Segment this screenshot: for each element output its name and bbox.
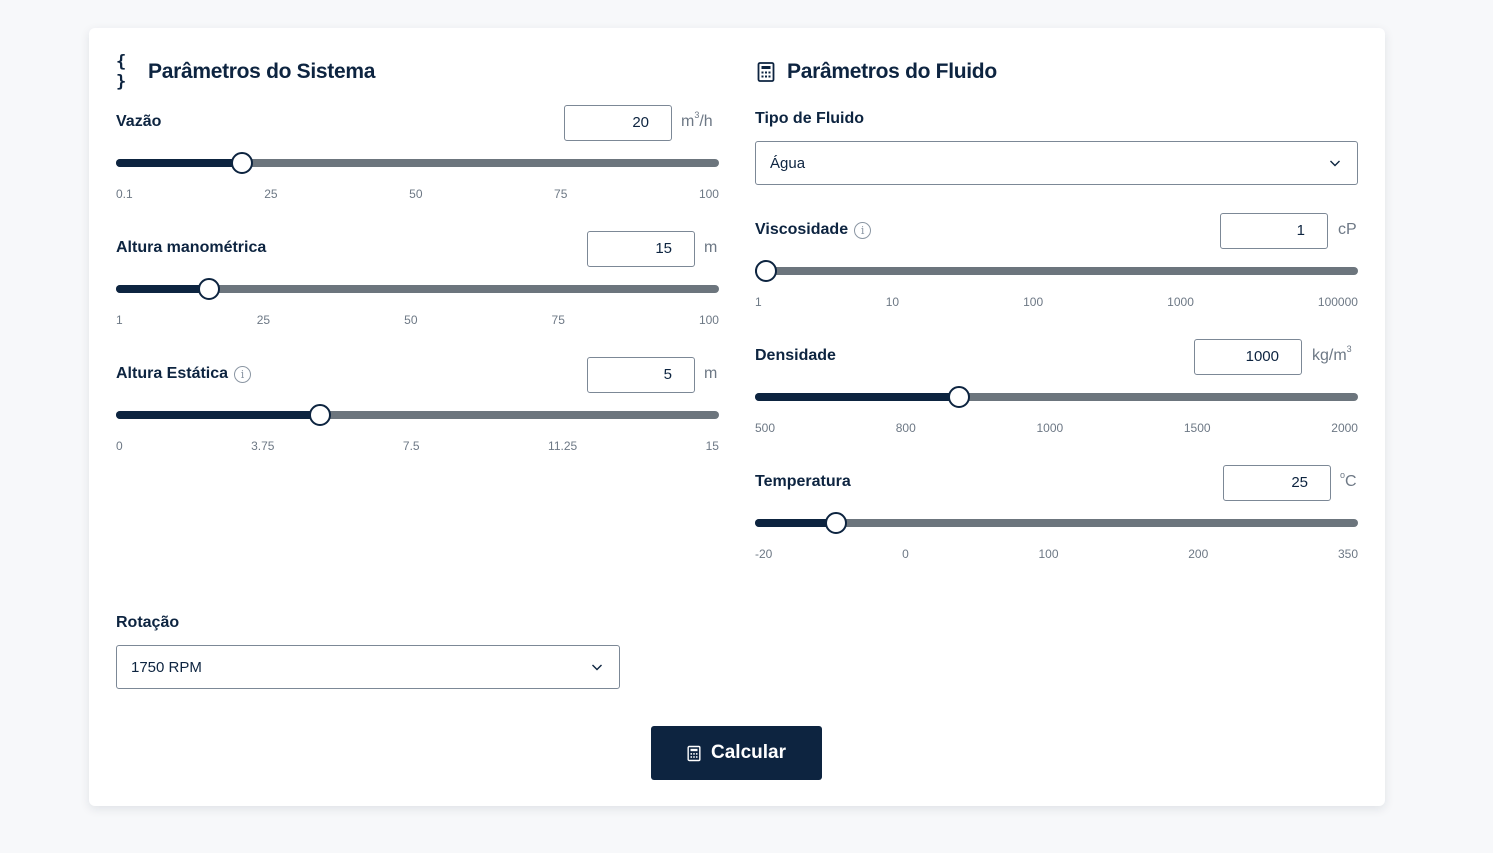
flow-slider-fill: [116, 159, 243, 167]
rotation-value: 1750 RPM: [131, 658, 202, 676]
tick-label: 0.1: [116, 187, 133, 201]
head-ticks: 1 25 50 75 100: [116, 313, 719, 329]
viscosity-slider-thumb[interactable]: [754, 260, 777, 282]
tick-label: 2000: [1331, 421, 1358, 435]
tick-label: 1: [755, 295, 762, 309]
density-label: Densidade: [755, 347, 836, 364]
tick-label: 10: [885, 295, 900, 309]
tick-label: 50: [404, 313, 418, 327]
head-unit: m: [704, 239, 718, 256]
density-unit: kg/m3: [1312, 344, 1352, 364]
tick-label: 1: [116, 313, 123, 327]
calculate-button[interactable]: Calcular: [651, 726, 822, 780]
flow-unit: m3/h: [681, 110, 713, 130]
temperature-input[interactable]: 25: [1223, 465, 1331, 501]
rotation-select[interactable]: 1750 RPM: [116, 645, 620, 689]
chevron-down-icon: [592, 664, 602, 671]
tick-label: 50: [409, 187, 423, 201]
tick-label: 500: [755, 421, 776, 435]
tick-label: 25: [264, 187, 278, 201]
viscosity-field: Viscosidade i 1 cP 1 10 100 1000 100000: [754, 213, 1358, 323]
static-head-input[interactable]: 5: [587, 357, 695, 393]
tick-label: 100: [698, 313, 719, 327]
viscosity-label: Viscosidade i: [755, 221, 872, 239]
tick-label: 350: [1337, 547, 1358, 561]
static-head-field: Altura Estática i 5 m 0 3.75 7.5 11.25 1…: [116, 357, 719, 467]
flow-ticks: 0.1 25 50 75 100: [116, 187, 719, 203]
static-head-label: Altura Estática i: [116, 365, 252, 383]
fluid-title-text: Parâmetros do Fluido: [787, 60, 997, 83]
tick-label: 0: [902, 547, 909, 561]
flow-field: Vazão 20 m3/h 0.1 25 50 75 100: [116, 105, 719, 215]
tick-label: 800: [895, 421, 916, 435]
tick-label: 1000: [1036, 421, 1064, 435]
head-label: Altura manométrica: [116, 239, 267, 256]
tick-label: 75: [551, 313, 565, 327]
temperature-field: Temperatura 25 oC -20 0 100 200 350: [755, 465, 1358, 575]
flow-input[interactable]: 20: [564, 105, 672, 141]
calculator-icon: [687, 745, 701, 761]
head-slider-fill: [116, 285, 209, 293]
viscosity-ticks: 1 10 100 1000 100000: [755, 295, 1358, 311]
head-slider-thumb[interactable]: [197, 278, 220, 300]
viscosity-slider[interactable]: [754, 260, 1358, 282]
flow-slider-thumb[interactable]: [231, 152, 254, 174]
tick-label: 75: [554, 187, 568, 201]
temperature-ticks: -20 0 100 200 350: [755, 547, 1358, 563]
head-field: Altura manométrica 15 m 1 25 50 75 100: [116, 231, 719, 341]
temperature-label: Temperatura: [755, 473, 851, 490]
tick-label: 200: [1188, 547, 1209, 561]
tick-label: 3.75: [251, 439, 275, 453]
temperature-unit: oC: [1340, 470, 1357, 490]
form-card: { } Parâmetros do Sistema Vazão 20 m3/h …: [89, 28, 1385, 806]
calculator-icon: [755, 61, 777, 83]
chevron-down-icon: [1330, 160, 1340, 167]
density-ticks: 500 800 1000 1500 2000: [755, 421, 1358, 437]
density-slider-thumb[interactable]: [948, 386, 971, 408]
temperature-slider[interactable]: [755, 512, 1358, 534]
static-head-slider[interactable]: [116, 404, 719, 426]
flow-label: Vazão: [116, 113, 162, 130]
density-input[interactable]: 1000: [1194, 339, 1302, 375]
tick-label: 15: [705, 439, 719, 453]
tick-label: 100000: [1317, 295, 1358, 309]
system-section-title: { } Parâmetros do Sistema: [116, 52, 376, 92]
code-braces-icon: { }: [116, 52, 128, 92]
tick-label: 100: [1023, 295, 1044, 309]
static-head-slider-fill: [116, 411, 320, 419]
tick-label: 100: [698, 187, 719, 201]
static-head-unit: m: [704, 365, 718, 382]
viscosity-input[interactable]: 1: [1220, 213, 1328, 249]
tick-label: 1500: [1183, 421, 1211, 435]
fluid-type-label: Tipo de Fluido: [755, 110, 865, 127]
tick-label: 11.25: [548, 439, 578, 453]
info-icon[interactable]: i: [854, 221, 872, 239]
density-field: Densidade 1000 kg/m3 500 800 1000 1500 2…: [755, 339, 1358, 449]
tick-label: 7.5: [402, 439, 420, 453]
density-slider-fill: [755, 393, 960, 401]
flow-slider[interactable]: [116, 152, 719, 174]
tick-label: 25: [256, 313, 271, 327]
fluid-type-select[interactable]: Água: [755, 141, 1358, 185]
density-slider[interactable]: [755, 386, 1358, 408]
head-slider[interactable]: [116, 278, 719, 300]
temperature-slider-fill: [755, 519, 837, 527]
system-title-text: Parâmetros do Sistema: [148, 60, 376, 83]
viscosity-unit: cP: [1338, 221, 1357, 238]
static-head-ticks: 0 3.75 7.5 11.25 15: [116, 439, 719, 455]
fluid-section-title: Parâmetros do Fluido: [755, 58, 997, 86]
fluid-type-value: Água: [770, 154, 806, 172]
tick-label: 100: [1038, 547, 1059, 561]
temperature-slider-thumb[interactable]: [825, 512, 848, 534]
calculate-label: Calcular: [711, 742, 786, 763]
head-input[interactable]: 15: [587, 231, 695, 267]
tick-label: 0: [116, 439, 123, 453]
static-head-slider-thumb[interactable]: [308, 404, 331, 426]
rotation-label: Rotação: [116, 614, 180, 631]
info-icon[interactable]: i: [234, 365, 252, 383]
tick-label: 1000: [1167, 295, 1194, 309]
tick-label: -20: [755, 547, 773, 561]
